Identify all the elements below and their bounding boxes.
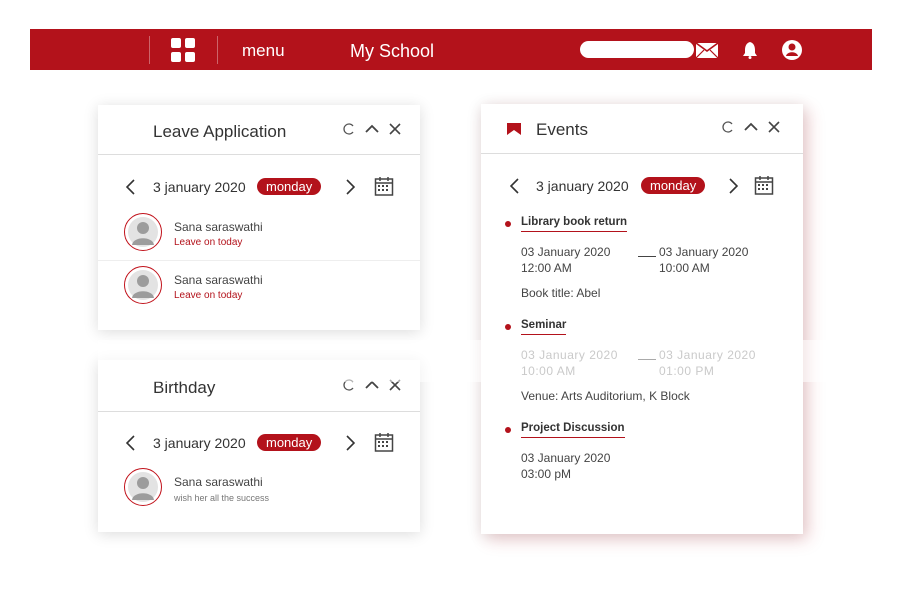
avatar — [124, 468, 162, 506]
card-header: Birthday — [98, 360, 420, 412]
refresh-icon[interactable] — [342, 122, 356, 136]
event-item: Library book return 03 January 2020 12:0… — [505, 216, 783, 306]
bullet — [505, 221, 511, 227]
next-day-arrow-icon[interactable] — [343, 176, 357, 198]
event-end-time: 01:00 PM — [659, 364, 715, 378]
divider — [217, 36, 218, 64]
app-title: My School — [350, 41, 435, 61]
event-title[interactable]: Library book return — [521, 216, 628, 232]
calendar-icon[interactable] — [374, 432, 394, 452]
event-item: Project Discussion 03 January 2020 03:00… — [505, 422, 783, 492]
close-icon[interactable] — [388, 122, 402, 136]
avatar — [124, 266, 162, 304]
refresh-icon[interactable] — [342, 378, 356, 392]
event-item: Seminar 03 January 2020 10:00 AM 03 Janu… — [505, 319, 783, 409]
event-end-date: 03 January 2020 — [659, 348, 756, 362]
leave-application-card: Leave Application 3 january 2020 monday … — [98, 105, 420, 330]
grid-icon[interactable] — [171, 38, 195, 62]
card-controls — [721, 120, 781, 134]
collapse-icon[interactable] — [365, 122, 379, 136]
bullet — [505, 324, 511, 330]
calendar-icon[interactable] — [374, 176, 394, 196]
list-item[interactable]: Sana saraswathi wish her all the success — [98, 468, 420, 514]
event-start-time: 12:00 AM — [521, 261, 572, 275]
bell-icon[interactable] — [737, 37, 763, 63]
flag-icon — [507, 123, 521, 135]
event-start-time: 03:00 pM — [521, 467, 572, 481]
event-start-date: 03 January 2020 — [521, 245, 611, 259]
next-day-arrow-icon[interactable] — [343, 432, 357, 454]
date-label: 3 january 2020 — [153, 179, 246, 195]
close-icon[interactable] — [388, 378, 402, 392]
date-label: 3 january 2020 — [536, 178, 629, 194]
event-start-date: 03 January 2020 — [521, 451, 611, 465]
date-label: 3 january 2020 — [153, 435, 246, 451]
event-detail: Venue: Arts Auditorium, K Block — [521, 389, 690, 403]
card-title: Birthday — [153, 378, 216, 397]
next-day-arrow-icon[interactable] — [726, 175, 740, 197]
top-navigation-bar: menu My School — [30, 29, 872, 70]
refresh-icon[interactable] — [721, 120, 735, 134]
person-name: Sana saraswathi — [174, 273, 263, 287]
previous-day-arrow-icon[interactable] — [123, 176, 137, 198]
event-detail: Book title: Abel — [521, 286, 601, 300]
birthday-card: Birthday 3 january 2020 monday Sana sara… — [98, 360, 420, 532]
previous-day-arrow-icon[interactable] — [507, 175, 521, 197]
range-dash — [638, 359, 656, 360]
events-card: Events 3 january 2020 monday Library boo… — [481, 104, 803, 534]
date-navigator: 3 january 2020 monday — [98, 432, 420, 456]
list-item[interactable]: Sana saraswathi Leave on today — [98, 213, 420, 259]
card-controls — [342, 378, 402, 392]
previous-day-arrow-icon[interactable] — [123, 432, 137, 454]
event-title[interactable]: Project Discussion — [521, 422, 625, 438]
birthday-note: wish her all the success — [174, 493, 270, 503]
menu-button[interactable]: menu — [242, 41, 285, 61]
range-dash — [638, 256, 656, 257]
close-icon[interactable] — [767, 120, 781, 134]
card-header: Leave Application — [98, 105, 420, 155]
day-badge: monday — [641, 177, 706, 194]
list-item[interactable]: Sana saraswathi Leave on today — [98, 266, 420, 312]
calendar-icon[interactable] — [754, 175, 774, 195]
event-end-time: 10:00 AM — [659, 261, 710, 275]
leave-status: Leave on today — [174, 290, 243, 301]
mail-icon[interactable] — [694, 37, 720, 63]
card-title: Events — [536, 120, 588, 139]
date-navigator: 3 january 2020 monday — [98, 176, 420, 200]
bullet — [505, 427, 511, 433]
divider — [98, 260, 420, 261]
collapse-icon[interactable] — [744, 120, 758, 134]
divider — [149, 36, 150, 64]
card-controls — [342, 122, 402, 136]
event-end-date: 03 January 2020 — [659, 245, 749, 259]
day-badge: monday — [257, 434, 322, 451]
person-name: Sana saraswathi — [174, 475, 263, 489]
avatar — [124, 213, 162, 251]
event-start-time: 10:00 AM — [521, 364, 576, 378]
person-name: Sana saraswathi — [174, 220, 263, 234]
card-title: Leave Application — [153, 122, 287, 141]
user-icon[interactable] — [779, 37, 805, 63]
card-header: Events — [481, 104, 803, 154]
date-navigator: 3 january 2020 monday — [481, 175, 803, 199]
collapse-icon[interactable] — [365, 378, 379, 392]
event-start-date: 03 January 2020 — [521, 348, 618, 362]
leave-status: Leave on today — [174, 237, 243, 248]
event-title[interactable]: Seminar — [521, 319, 567, 335]
search-input[interactable] — [580, 41, 694, 58]
day-badge: monday — [257, 178, 322, 195]
